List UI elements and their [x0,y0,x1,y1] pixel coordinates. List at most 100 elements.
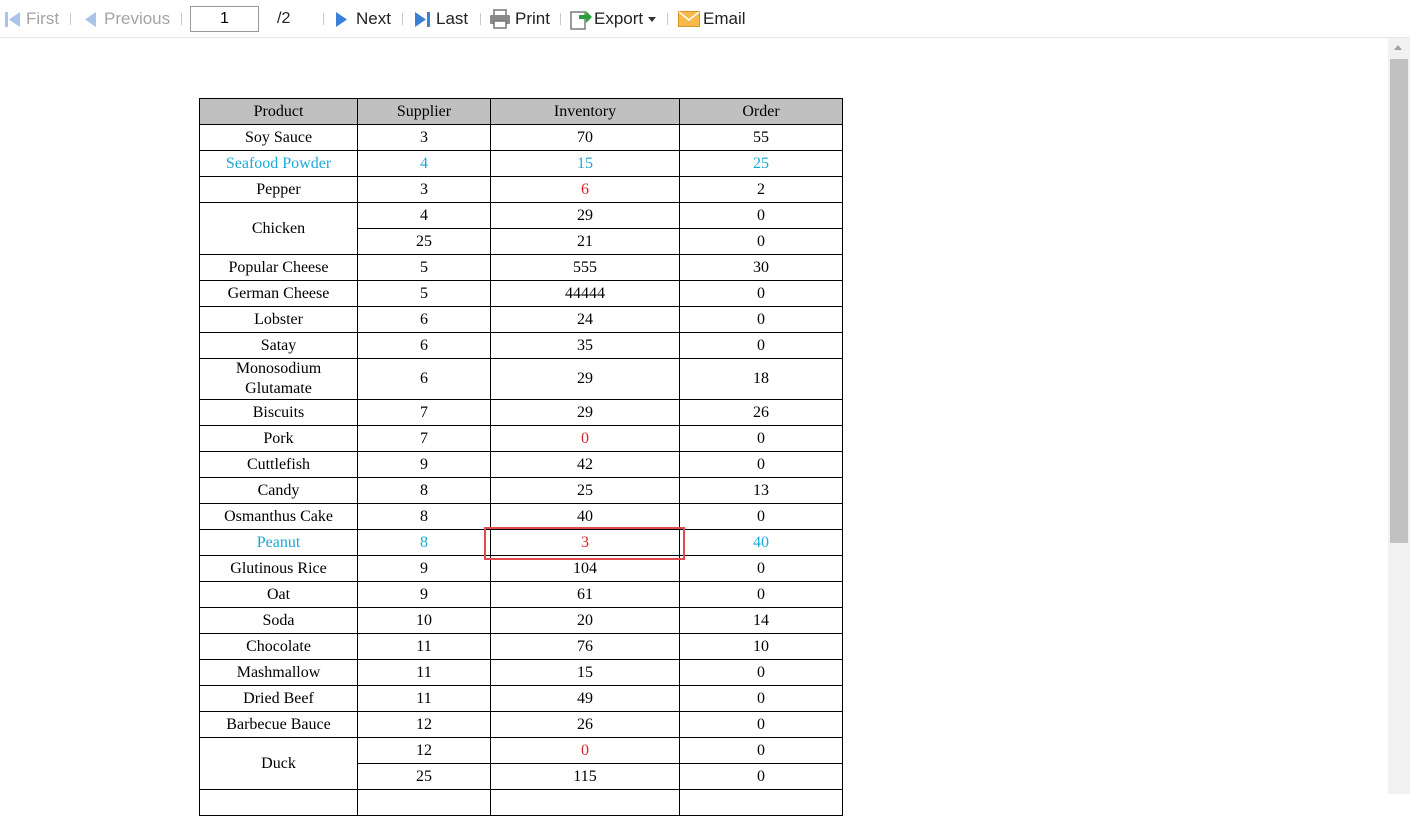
first-page-icon [5,12,20,27]
cell-inventory [490,789,680,816]
print-label: Print [515,9,550,28]
toolbar-divider [181,13,182,25]
cell-supplier: 11 [357,685,491,712]
cell-supplier: 4 [357,202,491,229]
cell-order: 0 [679,659,843,686]
table-row: Biscuits 7 29 26 [199,399,843,426]
cell-product: Popular Cheese [199,254,358,281]
cell-inventory: 29 [490,358,680,400]
cell-product: Pepper [199,176,358,203]
cell-order: 13 [679,477,843,504]
cell-inventory: 15 [490,659,680,686]
table-row: Glutinous Rice 9 104 0 [199,555,843,582]
cell-supplier: 6 [357,332,491,359]
cell-supplier: 7 [357,425,491,452]
cell-product: Biscuits [199,399,358,426]
column-header-order: Order [679,98,843,125]
cell-inventory: 44444 [490,280,680,307]
cell-inventory: 104 [490,555,680,582]
cell-supplier: 6 [357,306,491,333]
cell-inventory: 115 [490,763,680,790]
last-page-icon [415,12,430,27]
column-header-product: Product [199,98,358,125]
scrollbar-thumb[interactable] [1390,59,1408,543]
cell-inventory: 29 [490,202,680,229]
cell-inventory: 76 [490,633,680,660]
cell-order: 0 [679,555,843,582]
table-row: Pork 7 0 0 [199,425,843,452]
cell-inventory: 24 [490,306,680,333]
table-row: Soda 10 20 14 [199,607,843,634]
cell-product: Seafood Powder [199,150,358,177]
report-toolbar: First Previous /2 Next Last Print [0,0,1410,38]
table-row: Dried Beef 11 49 0 [199,685,843,712]
cell-order: 0 [679,763,843,790]
cell-inventory: 40 [490,503,680,530]
toolbar-divider [323,13,324,25]
table-row: Oat 9 61 0 [199,581,843,608]
cell-supplier: 8 [357,503,491,530]
cell-supplier: 7 [357,399,491,426]
cell-supplier: 3 [357,176,491,203]
table-row: Popular Cheese 5 555 30 [199,254,843,281]
cell-supplier: 12 [357,711,491,738]
cell-product: Mashmallow [199,659,358,686]
cell-order: 0 [679,711,843,738]
table-row: Monosodium Glutamate 6 29 18 [199,358,843,400]
toolbar-divider [402,13,403,25]
cell-order: 40 [679,529,843,556]
cell-inventory: 15 [490,150,680,177]
cell-product [199,789,358,816]
cell-inventory: 3 [490,529,680,556]
cell-product: Chocolate [199,633,358,660]
table-row: Chocolate 11 76 10 [199,633,843,660]
cell-supplier: 10 [357,607,491,634]
cell-supplier: 5 [357,254,491,281]
table-row: Pepper 3 6 2 [199,176,843,203]
cell-order: 0 [679,425,843,452]
cell-order: 0 [679,685,843,712]
cell-order: 0 [679,503,843,530]
next-page-icon [336,12,347,27]
cell-inventory: 70 [490,124,680,151]
scroll-up-arrow-icon[interactable] [1394,45,1402,50]
table-row: Chicken 4 29 0 [199,202,843,255]
next-page-label: Next [356,9,391,28]
cell-inventory: 25 [490,477,680,504]
table-row: Seafood Powder 4 15 25 [199,150,843,177]
report-table: Product Supplier Inventory Order Soy Sau… [199,98,843,816]
cell-inventory: 555 [490,254,680,281]
cell-product: Soda [199,607,358,634]
table-row: German Cheese 5 44444 0 [199,280,843,307]
table-row [199,789,843,816]
cell-inventory: 29 [490,399,680,426]
cell-product: Dried Beef [199,685,358,712]
page-number-input[interactable] [190,6,259,32]
envelope-icon [678,11,700,27]
cell-supplier: 12 [357,737,491,764]
cell-order: 10 [679,633,843,660]
cell-supplier [357,789,491,816]
cell-product: Monosodium Glutamate [199,358,358,400]
toolbar-divider [70,13,71,25]
cell-inventory: 21 [490,228,680,255]
chevron-down-icon [648,17,656,22]
cell-inventory: 42 [490,451,680,478]
export-label: Export [594,9,644,28]
email-label: Email [703,9,746,28]
cell-product: Lobster [199,306,358,333]
cell-order: 0 [679,280,843,307]
cell-product: Pork [199,425,358,452]
table-row: Duck 12 0 0 [199,737,843,790]
cell-inventory: 6 [490,176,680,203]
cell-supplier: 25 [357,228,491,255]
previous-page-label: Previous [104,9,171,28]
cell-supplier: 25 [357,763,491,790]
cell-order: 18 [679,358,843,400]
column-header-supplier: Supplier [357,98,491,125]
cell-supplier: 3 [357,124,491,151]
cell-order: 30 [679,254,843,281]
table-row: Mashmallow 11 15 0 [199,659,843,686]
cell-order [679,789,843,816]
cell-inventory: 49 [490,685,680,712]
